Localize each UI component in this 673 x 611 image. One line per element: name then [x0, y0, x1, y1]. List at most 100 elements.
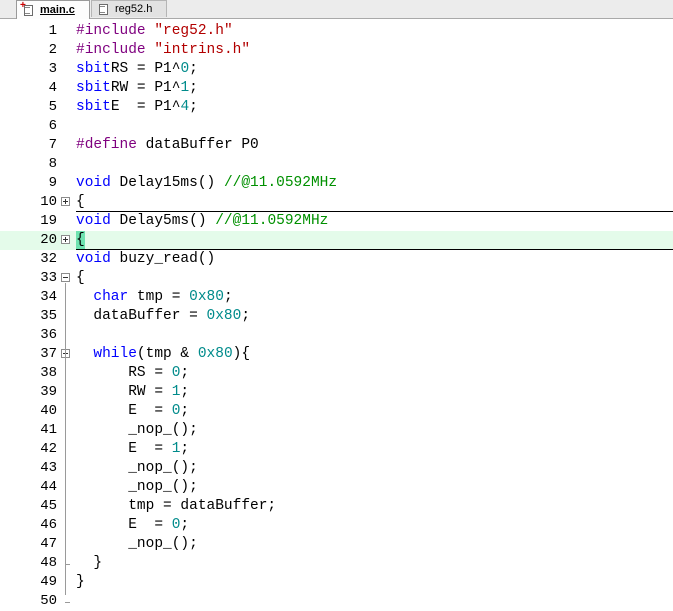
- code-text: RW = 1;: [76, 383, 189, 402]
- code-line[interactable]: 47 _nop_();: [0, 535, 673, 554]
- code-text: while(tmp & 0x80){: [76, 345, 250, 364]
- line-number: 7: [48, 137, 57, 153]
- code-line[interactable]: 49}: [0, 573, 673, 592]
- code-line[interactable]: 5 sbitE = P1^4;: [0, 98, 673, 117]
- code-text: E = 1;: [76, 440, 189, 459]
- code-line[interactable]: 10 {: [0, 193, 673, 212]
- code-line[interactable]: 9 void Delay15ms() //@11.0592MHz: [0, 174, 673, 193]
- line-number: 43: [40, 460, 57, 476]
- tab-reg52-h[interactable]: reg52.h: [91, 0, 167, 17]
- code-line[interactable]: 32 void buzy_read(): [0, 250, 673, 269]
- code-line[interactable]: 50: [0, 592, 673, 611]
- code-token: buzy_read(): [110, 251, 216, 267]
- code-token: ;: [180, 384, 190, 400]
- editor-tab-bar: + main.c reg52.h: [0, 0, 673, 19]
- code-line[interactable]: 41 _nop_();: [0, 421, 673, 440]
- preprocessor-token: #include: [76, 23, 155, 39]
- fold-collapse-icon[interactable]: [61, 273, 70, 282]
- keyword-token: char: [93, 289, 129, 305]
- code-text: char tmp = 0x80;: [76, 288, 232, 307]
- code-token: E =: [76, 517, 172, 533]
- code-token: E =: [76, 403, 172, 419]
- code-token: RS =: [76, 365, 172, 381]
- code-line[interactable]: 40 E = 0;: [0, 402, 673, 421]
- code-text: #include "reg52.h": [76, 22, 233, 41]
- code-token: ;: [189, 99, 198, 115]
- code-text: }: [76, 554, 102, 573]
- number-token: 0: [180, 61, 190, 77]
- code-text: sbitRS = P1^0;: [76, 60, 198, 79]
- line-number: 10: [40, 194, 57, 210]
- code-text: RS = 0;: [76, 364, 189, 383]
- code-token: E = P1^: [110, 99, 181, 115]
- code-line[interactable]: 8: [0, 155, 673, 174]
- line-number: 39: [40, 384, 57, 400]
- code-line[interactable]: 2 #include "intrins.h": [0, 41, 673, 60]
- tab-main-c[interactable]: + main.c: [16, 0, 90, 19]
- code-line[interactable]: 37 while(tmp & 0x80){: [0, 345, 673, 364]
- line-number: 34: [40, 289, 57, 305]
- code-line[interactable]: 34 char tmp = 0x80;: [0, 288, 673, 307]
- code-text: sbitRW = P1^1;: [76, 79, 198, 98]
- code-line[interactable]: 46 E = 0;: [0, 516, 673, 535]
- code-line[interactable]: 1 #include "reg52.h": [0, 22, 673, 41]
- code-token: dataBuffer =: [76, 308, 207, 324]
- code-line[interactable]: 44 _nop_();: [0, 478, 673, 497]
- code-token: ){: [232, 346, 251, 362]
- code-token: _nop_();: [76, 460, 198, 476]
- code-token: ;: [180, 365, 190, 381]
- tab-label: main.c: [40, 4, 75, 16]
- line-number: 5: [48, 99, 57, 115]
- code-token: {: [76, 270, 85, 286]
- fold-expand-icon[interactable]: [61, 235, 70, 244]
- code-line[interactable]: 36: [0, 326, 673, 345]
- line-number: 48: [40, 555, 57, 571]
- line-number: 47: [40, 536, 57, 552]
- keyword-token: void: [76, 213, 111, 229]
- line-number: 35: [40, 308, 57, 324]
- code-line[interactable]: 35 dataBuffer = 0x80;: [0, 307, 673, 326]
- number-token: 0x80: [206, 308, 242, 324]
- code-token: }: [76, 574, 85, 590]
- tab-label: reg52.h: [115, 3, 153, 15]
- code-line[interactable]: 6: [0, 117, 673, 136]
- line-number: 6: [48, 118, 57, 134]
- code-text: _nop_();: [76, 421, 198, 440]
- comment-token: //@11.0592MHz: [223, 175, 338, 191]
- code-line[interactable]: 48 }: [0, 554, 673, 573]
- code-token: ;: [189, 61, 198, 77]
- line-number: 38: [40, 365, 57, 381]
- code-line[interactable]: 4 sbitRW = P1^1;: [0, 79, 673, 98]
- code-line[interactable]: 42 E = 1;: [0, 440, 673, 459]
- code-line[interactable]: 39 RW = 1;: [0, 383, 673, 402]
- code-line[interactable]: 19 void Delay5ms() //@11.0592MHz: [0, 212, 673, 231]
- cursor-brace: {: [76, 231, 85, 250]
- preprocessor-token: #include: [76, 42, 155, 58]
- line-number: 40: [40, 403, 57, 419]
- code-token: RW = P1^: [110, 80, 181, 96]
- code-text: dataBuffer = 0x80;: [76, 307, 250, 326]
- line-number: 42: [40, 441, 57, 457]
- fold-expand-icon[interactable]: [61, 197, 70, 206]
- line-number: 20: [40, 232, 57, 248]
- code-text: E = 0;: [76, 402, 189, 421]
- code-line[interactable]: 45 tmp = dataBuffer;: [0, 497, 673, 516]
- code-line[interactable]: 33 {: [0, 269, 673, 288]
- line-number: 8: [48, 156, 57, 172]
- code-editor[interactable]: 1 #include "reg52.h" 2 #include "intrins.h"…: [0, 19, 673, 609]
- line-number: 9: [48, 175, 57, 191]
- code-line[interactable]: 38 RS = 0;: [0, 364, 673, 383]
- code-token: ;: [180, 441, 190, 457]
- code-line[interactable]: 3 sbitRS = P1^0;: [0, 60, 673, 79]
- code-line[interactable]: 7 #define dataBuffer P0: [0, 136, 673, 155]
- code-line[interactable]: 43 _nop_();: [0, 459, 673, 478]
- code-text: {: [76, 231, 85, 250]
- code-line[interactable]: 20 {: [0, 231, 673, 250]
- keyword-token: sbit: [76, 99, 111, 115]
- code-token: RW =: [76, 384, 172, 400]
- code-text: }: [76, 573, 85, 592]
- code-token: Delay5ms(): [110, 213, 216, 229]
- keyword-token: void: [76, 251, 111, 267]
